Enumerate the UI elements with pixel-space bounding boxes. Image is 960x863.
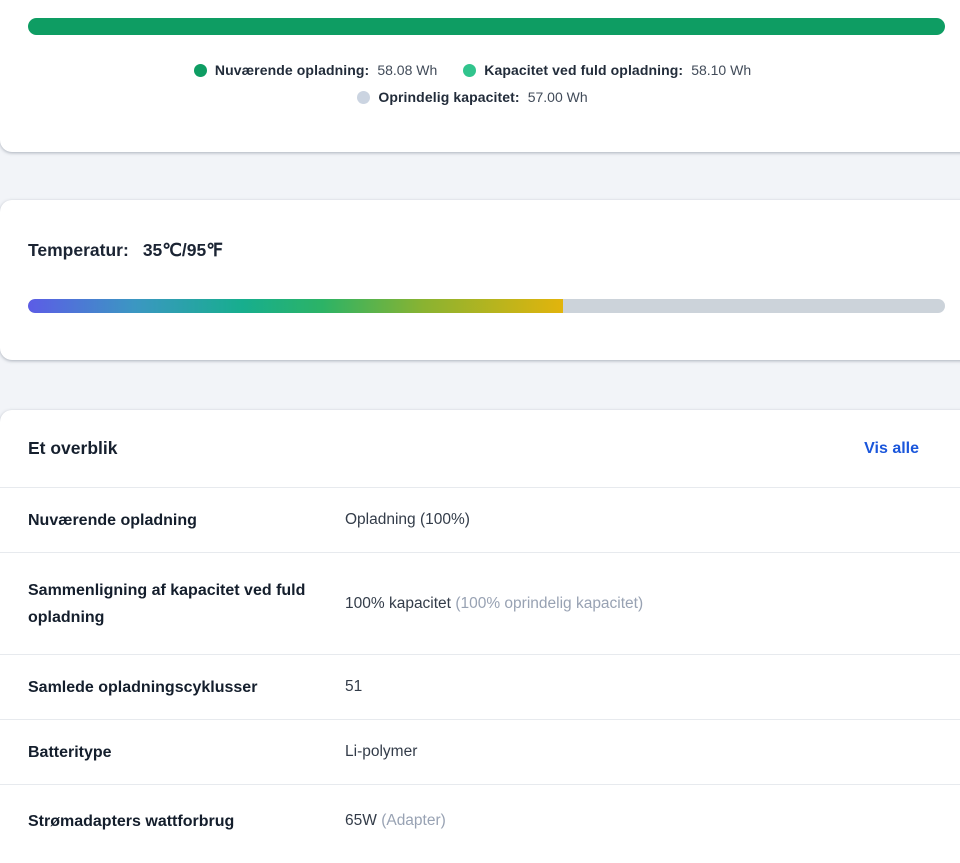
- legend-item-original-capacity: Oprindelig kapacitet: 57.00 Wh: [357, 89, 587, 105]
- legend-label: Kapacitet ved fuld opladning:: [484, 62, 683, 78]
- original-capacity-dot-icon: [357, 91, 370, 104]
- row-value-main: Opladning (100%): [345, 511, 470, 528]
- row-value-main: 100% kapacitet: [345, 595, 451, 612]
- row-label: Samlede opladningscyklusser: [28, 674, 345, 701]
- legend-label: Oprindelig kapacitet:: [378, 89, 519, 105]
- temperature-value: 35℃/95℉: [143, 240, 223, 260]
- row-value: 100% kapacitet (100% oprindelig kapacite…: [345, 595, 643, 613]
- overview-card: Et overblik Vis alle Nuværende opladning…: [0, 410, 960, 863]
- row-label: Batteritype: [28, 739, 345, 766]
- temperature-gauge-fill: [28, 299, 563, 313]
- legend-value: 58.10 Wh: [691, 62, 751, 78]
- legend-item-current-charge: Nuværende opladning: 58.08 Wh: [194, 62, 437, 78]
- temperature-label: Temperatur:: [28, 240, 129, 260]
- charge-level-bar: [28, 18, 945, 35]
- row-value: 51: [345, 678, 362, 696]
- row-value-main: 65W: [345, 812, 377, 829]
- temperature-gauge-track: [28, 299, 945, 313]
- temperature-card: Temperatur: 35℃/95℉: [0, 200, 960, 360]
- overview-header: Et overblik Vis alle: [0, 410, 960, 488]
- current-charge-dot-icon: [194, 64, 207, 77]
- table-row-adapter-wattage: Strømadapters wattforbrug 65W (Adapter): [0, 785, 960, 857]
- row-value: Opladning (100%): [345, 511, 470, 529]
- row-value: 65W (Adapter): [345, 812, 446, 830]
- legend-row-1: Nuværende opladning: 58.08 Wh Kapacitet …: [194, 62, 751, 78]
- row-value: Li-polymer: [345, 743, 417, 761]
- row-label: Nuværende opladning: [28, 507, 345, 534]
- view-all-link[interactable]: Vis alle: [864, 440, 919, 458]
- table-row-charge-cycles: Samlede opladningscyklusser 51: [0, 655, 960, 720]
- row-value-main: 51: [345, 678, 362, 695]
- legend-item-full-charge-capacity: Kapacitet ved fuld opladning: 58.10 Wh: [463, 62, 751, 78]
- row-label: Strømadapters wattforbrug: [28, 808, 345, 835]
- overview-title: Et overblik: [28, 438, 117, 459]
- temperature-title: Temperatur: 35℃/95℉: [28, 240, 223, 261]
- row-value-main: Li-polymer: [345, 743, 417, 760]
- row-value-muted: (Adapter): [381, 812, 446, 829]
- capacity-card: Nuværende opladning: 58.08 Wh Kapacitet …: [0, 0, 960, 152]
- legend-label: Nuværende opladning:: [215, 62, 369, 78]
- legend-value: 57.00 Wh: [528, 89, 588, 105]
- legend-value: 58.08 Wh: [377, 62, 437, 78]
- row-label: Sammenligning af kapacitet ved fuld opla…: [28, 577, 345, 631]
- capacity-legend: Nuværende opladning: 58.08 Wh Kapacitet …: [0, 62, 945, 105]
- table-row-battery-type: Batteritype Li-polymer: [0, 720, 960, 785]
- table-row-capacity-comparison: Sammenligning af kapacitet ved fuld opla…: [0, 553, 960, 655]
- row-value-muted: (100% oprindelig kapacitet): [455, 595, 643, 612]
- legend-row-2: Oprindelig kapacitet: 57.00 Wh: [357, 89, 587, 105]
- full-charge-dot-icon: [463, 64, 476, 77]
- table-row-current-charge: Nuværende opladning Opladning (100%): [0, 488, 960, 553]
